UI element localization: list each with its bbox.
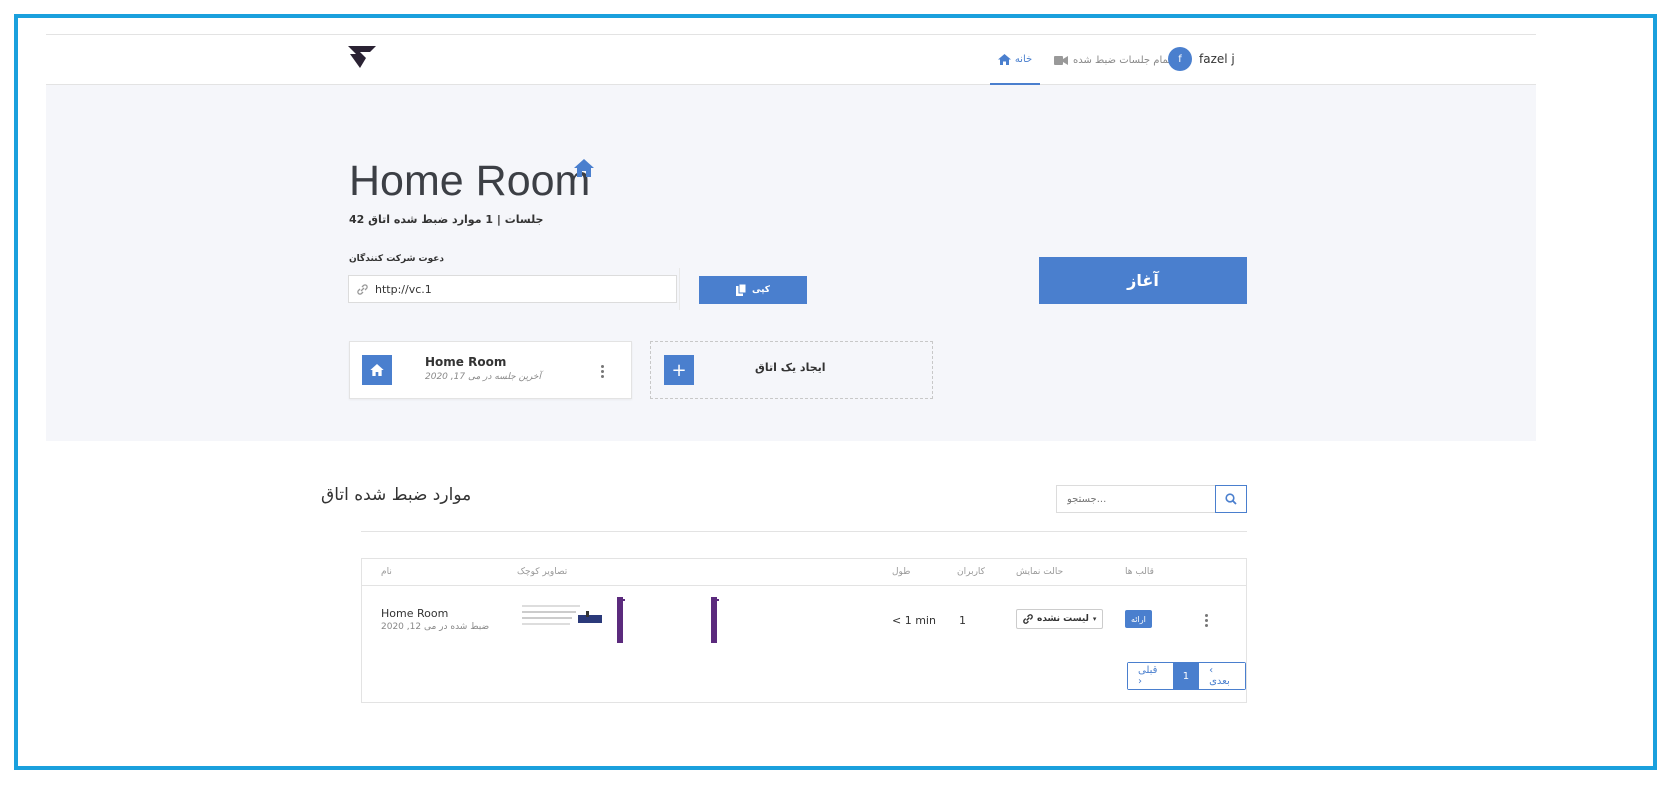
col-name: نام (381, 567, 392, 577)
create-room-label: ایجاد یک اتاق (755, 361, 826, 374)
copy-label: کپی (751, 285, 770, 295)
recording-users: 1 (959, 614, 966, 627)
visibility-dropdown[interactable]: لیست نشده ▾ (1016, 609, 1104, 629)
search-icon (1225, 493, 1237, 505)
recording-name: Home Room (381, 607, 449, 620)
room-card-last-session: آخرین جلسه در می 17, 2020 (425, 372, 541, 382)
navbar: خانه تمام جلسات ضبط شده f fazel j (46, 35, 1536, 85)
kebab-menu-icon[interactable] (1205, 614, 1208, 627)
col-users: کاربران (957, 567, 985, 577)
home-icon (997, 53, 1011, 65)
recording-length: < 1 min (892, 614, 936, 627)
link-icon (1023, 614, 1033, 624)
thumbnail-image[interactable] (612, 597, 712, 643)
room-home-icon-box (362, 355, 392, 385)
invite-url-input[interactable] (375, 282, 645, 296)
table-header: نام تصاویر کوچک طول کاربران حالت نمایش ق… (362, 559, 1246, 586)
video-camera-icon (1054, 55, 1068, 65)
page-title: Home Room (349, 157, 591, 205)
invite-label: دعوت شرکت کنندگان (349, 254, 445, 264)
recordings-title: موارد ضبط شده اتاق (321, 485, 472, 505)
copy-icon (735, 284, 747, 296)
thumbnail-image[interactable] (706, 597, 806, 643)
pagination: قبلی › 1 ‹ بعدی (1127, 662, 1246, 690)
nav-home-tab[interactable]: خانه (990, 35, 1040, 85)
kebab-menu-icon[interactable] (601, 365, 604, 378)
format-badge[interactable]: ارائه (1125, 610, 1152, 628)
search-field[interactable] (1056, 485, 1216, 513)
col-formats: قالب ها (1125, 567, 1154, 577)
recordings-table: نام تصاویر کوچک طول کاربران حالت نمایش ق… (361, 558, 1247, 703)
room-card-name: Home Room (425, 355, 507, 369)
thumbnail-image[interactable] (520, 597, 620, 643)
visibility-label: لیست نشده (1037, 614, 1089, 624)
col-length: طول (892, 567, 911, 577)
search-button[interactable] (1215, 485, 1247, 513)
vertical-divider (679, 268, 680, 310)
create-room-card[interactable]: + ایجاد یک اتاق (650, 341, 933, 399)
nav-recordings-tab[interactable]: تمام جلسات ضبط شده (1054, 35, 1171, 85)
plus-icon: + (664, 355, 694, 385)
search-input[interactable] (1067, 493, 1207, 505)
table-row: Home Room ضبط شده در می 12, 2020 < 1 min… (362, 587, 1246, 651)
avatar: f (1168, 47, 1192, 71)
copy-button[interactable]: کپی (699, 276, 807, 304)
section-divider (361, 531, 1247, 532)
caret-down-icon: ▾ (1092, 615, 1097, 623)
start-button[interactable]: آغاز (1039, 257, 1247, 304)
pager-next[interactable]: ‹ بعدی (1199, 663, 1245, 689)
col-thumbnails: تصاویر کوچک (517, 567, 568, 577)
room-subtitle: جلسات | 1 موارد ضبط شده اتاق 42 (349, 213, 544, 226)
nav-recordings-label: تمام جلسات ضبط شده (1073, 54, 1172, 66)
browser-frame: خانه تمام جلسات ضبط شده f fazel j Home R… (14, 14, 1657, 770)
room-card-home[interactable]: Home Room آخرین جلسه در می 17, 2020 (349, 341, 632, 399)
home-icon (370, 364, 384, 376)
app-logo[interactable] (348, 46, 376, 68)
room-hero: Home Room جلسات | 1 موارد ضبط شده اتاق 4… (46, 85, 1536, 441)
user-menu[interactable]: f fazel j (1168, 47, 1235, 71)
recording-date: ضبط شده در می 12, 2020 (381, 622, 490, 632)
pager-page-1[interactable]: 1 (1172, 663, 1200, 689)
link-icon (349, 283, 375, 295)
col-visibility: حالت نمایش (1016, 567, 1064, 577)
user-name: fazel j (1199, 52, 1235, 66)
home-icon (574, 159, 594, 177)
invite-url-field[interactable] (348, 275, 677, 303)
nav-home-label: خانه (1014, 53, 1033, 65)
pager-prev[interactable]: قبلی › (1128, 663, 1173, 689)
